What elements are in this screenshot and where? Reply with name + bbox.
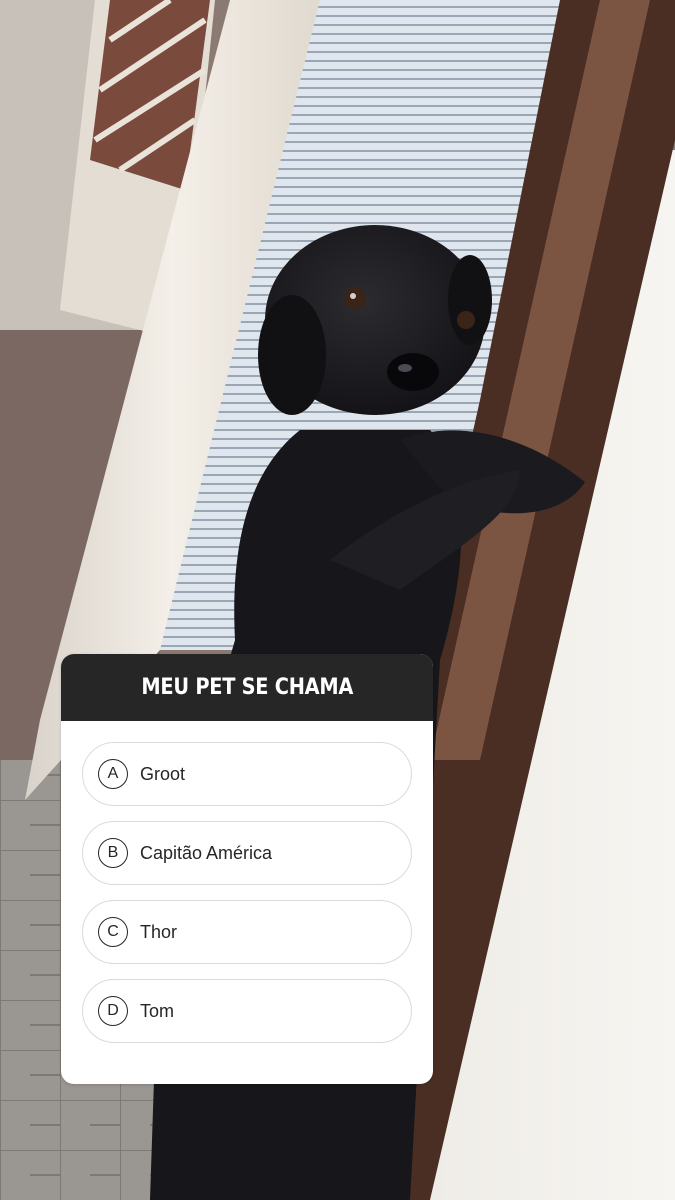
- circle-letter-icon: D: [98, 996, 128, 1026]
- quiz-option-b[interactable]: B Capitão América: [82, 821, 412, 885]
- quiz-options: A Groot B Capitão América C Thor D Tom: [61, 721, 433, 1043]
- option-label: Thor: [140, 921, 178, 942]
- quiz-title: MEU PET SE CHAMA: [141, 675, 353, 700]
- circle-letter-icon: C: [98, 917, 128, 947]
- quiz-option-a[interactable]: A Groot: [82, 742, 412, 806]
- quiz-option-c[interactable]: C Thor: [82, 900, 412, 964]
- option-label: Capitão América: [140, 842, 273, 863]
- quiz-option-d[interactable]: D Tom: [82, 979, 412, 1043]
- option-label: Tom: [140, 1000, 175, 1021]
- quiz-sticker: MEU PET SE CHAMA A Groot B Capitão Améri…: [61, 654, 433, 1084]
- quiz-header: MEU PET SE CHAMA: [61, 654, 433, 721]
- circle-letter-icon: A: [98, 759, 128, 789]
- circle-letter-icon: B: [98, 838, 128, 868]
- option-label: Groot: [140, 763, 186, 784]
